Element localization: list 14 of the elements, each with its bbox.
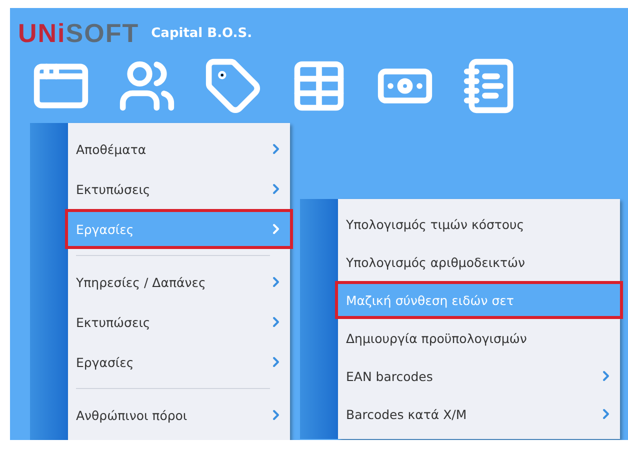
menu-item[interactable]: Αποθέματα	[65, 129, 293, 169]
menu-item[interactable]: Ανθρώπινοι πόροι	[65, 395, 293, 435]
menu-item[interactable]: EAN barcodes	[335, 357, 623, 395]
menu-item[interactable]: Εκτυπώσεις	[65, 169, 293, 209]
product-name: Capital B.O.S.	[151, 26, 252, 41]
menu-item[interactable]: Δημιουργία προϋπολογισμών	[335, 319, 623, 357]
menu-item[interactable]: Barcodes κατά Χ/Μ	[335, 395, 623, 433]
menu-item[interactable]: Υπολογισμός τιμών κόστους	[335, 205, 623, 243]
menu-item[interactable]: Εκτυπώσεις	[65, 302, 293, 342]
menu-item[interactable]: Υπηρεσίες / Δαπάνες	[65, 262, 293, 302]
menu-item[interactable]: Υπολογισμός αριθμοδεικτών	[335, 243, 623, 281]
menu-item[interactable]: Εργασίες	[65, 342, 293, 382]
logo-wordmark: UNiSOFT	[18, 18, 140, 49]
price-tag-icon[interactable]	[204, 57, 262, 115]
